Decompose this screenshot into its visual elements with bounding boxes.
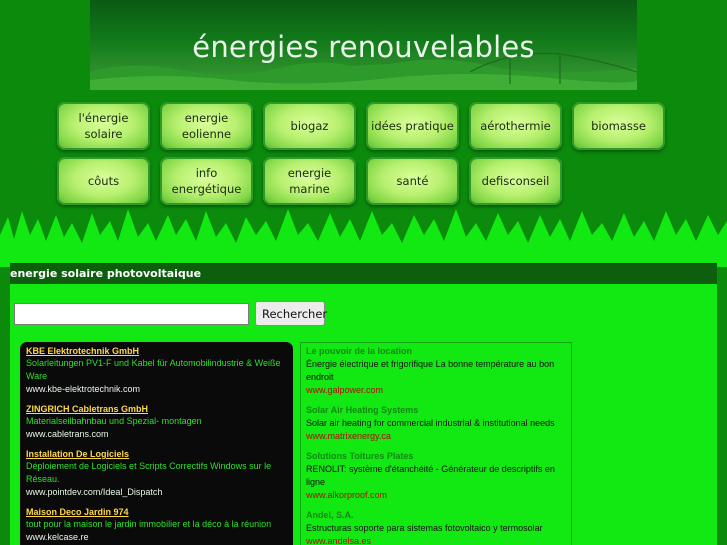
ad-url[interactable]: www.pointdev.com/Ideal_Dispatch <box>26 486 287 499</box>
ad-title-link[interactable]: Andel, S.A. <box>306 509 566 522</box>
ad-text: RENOLIT: système d'étanchéité - Générate… <box>306 464 555 487</box>
header-banner: énergies renouvelables <box>90 0 637 90</box>
nav-defisconseil[interactable]: defisconseil <box>469 157 562 205</box>
ad-title-link[interactable]: Solar Air Heating Systems <box>306 404 566 417</box>
nav-energie-solaire[interactable]: l'énergie solaire <box>57 102 150 150</box>
ad-text: Énergie électrique et frigorifique La bo… <box>306 359 555 382</box>
nav-biogaz[interactable]: biogaz <box>263 102 356 150</box>
nav-couts[interactable]: côuts <box>57 157 150 205</box>
ad-url[interactable]: www.galpower.com <box>306 384 566 397</box>
ad-item: ZINGRICH Cabletrans GmbH Materialseilbah… <box>26 403 287 441</box>
page: énergies renouvelables l'énergie solaire… <box>0 0 727 545</box>
ad-url[interactable]: www.kelcase.re <box>26 531 287 544</box>
ad-item: Le pouvoir de la location Énergie électr… <box>306 345 566 397</box>
search-button[interactable]: Rechercher <box>255 301 327 326</box>
ad-item: Solutions Toitures Plates RENOLIT: systè… <box>306 450 566 502</box>
ad-title-link[interactable]: Solutions Toitures Plates <box>306 450 566 463</box>
ad-item: Installation De Logiciels Déploiement de… <box>26 448 287 499</box>
nav-aerothermie[interactable]: aérothermie <box>469 102 562 150</box>
ad-url[interactable]: www.cabletrans.com <box>26 428 287 441</box>
ad-text: Estructuras soporte para sistemas fotovo… <box>306 523 543 533</box>
ad-item: Andel, S.A. Estructuras soporte para sis… <box>306 509 566 545</box>
ad-url[interactable]: www.alkorproof.com <box>306 489 566 502</box>
ad-title-link[interactable]: Maison Deco Jardin 974 <box>26 506 287 518</box>
ad-title-link[interactable]: ZINGRICH Cabletrans GmbH <box>26 403 287 415</box>
ad-item: KBE Elektrotechnik GmbH Solarleitungen P… <box>26 345 287 396</box>
ad-url[interactable]: www.andelsa.es <box>306 535 566 545</box>
ads-right-panel: Le pouvoir de la location Énergie électr… <box>300 342 572 545</box>
ad-text: tout pour la maison le jardin immobilier… <box>26 519 272 529</box>
ad-item: Solar Air Heating Systems Solar air heat… <box>306 404 566 443</box>
nav-energie-marine[interactable]: energie marine <box>263 157 356 205</box>
ad-title-link[interactable]: Installation De Logiciels <box>26 448 287 460</box>
ad-item: Maison Deco Jardin 974 tout pour la mais… <box>26 506 287 544</box>
nav-energie-eolienne[interactable]: energie eolienne <box>160 102 253 150</box>
ad-title-link[interactable]: KBE Elektrotechnik GmbH <box>26 345 287 357</box>
nav-info-energetique[interactable]: info energétique <box>160 157 253 205</box>
grass-decoration <box>0 209 727 267</box>
ad-url[interactable]: www.kbe-elektrotechnik.com <box>26 383 287 396</box>
ads-left-panel: KBE Elektrotechnik GmbH Solarleitungen P… <box>20 342 293 545</box>
section-title: energie solaire photovoltaique <box>10 267 202 280</box>
site-title: énergies renouvelables <box>192 30 535 64</box>
ad-text: Materialseilbahnbau und Spezial- montage… <box>26 416 202 426</box>
search-input[interactable] <box>14 303 249 325</box>
nav-idees-pratique[interactable]: idées pratique <box>366 102 459 150</box>
ad-text: Solar air heating for commercial industr… <box>306 418 555 428</box>
nav-biomasse[interactable]: biomasse <box>572 102 665 150</box>
nav-sante[interactable]: santé <box>366 157 459 205</box>
ad-text: Déploiement de Logiciels et Scripts Corr… <box>26 461 272 484</box>
ad-url[interactable]: www.matrixenergy.ca <box>306 430 566 443</box>
ad-title-link[interactable]: Le pouvoir de la location <box>306 345 566 358</box>
ad-text: Solarleitungen PV1-F und Kabel für Autom… <box>26 358 281 381</box>
section-title-bar: energie solaire photovoltaique <box>10 263 717 285</box>
